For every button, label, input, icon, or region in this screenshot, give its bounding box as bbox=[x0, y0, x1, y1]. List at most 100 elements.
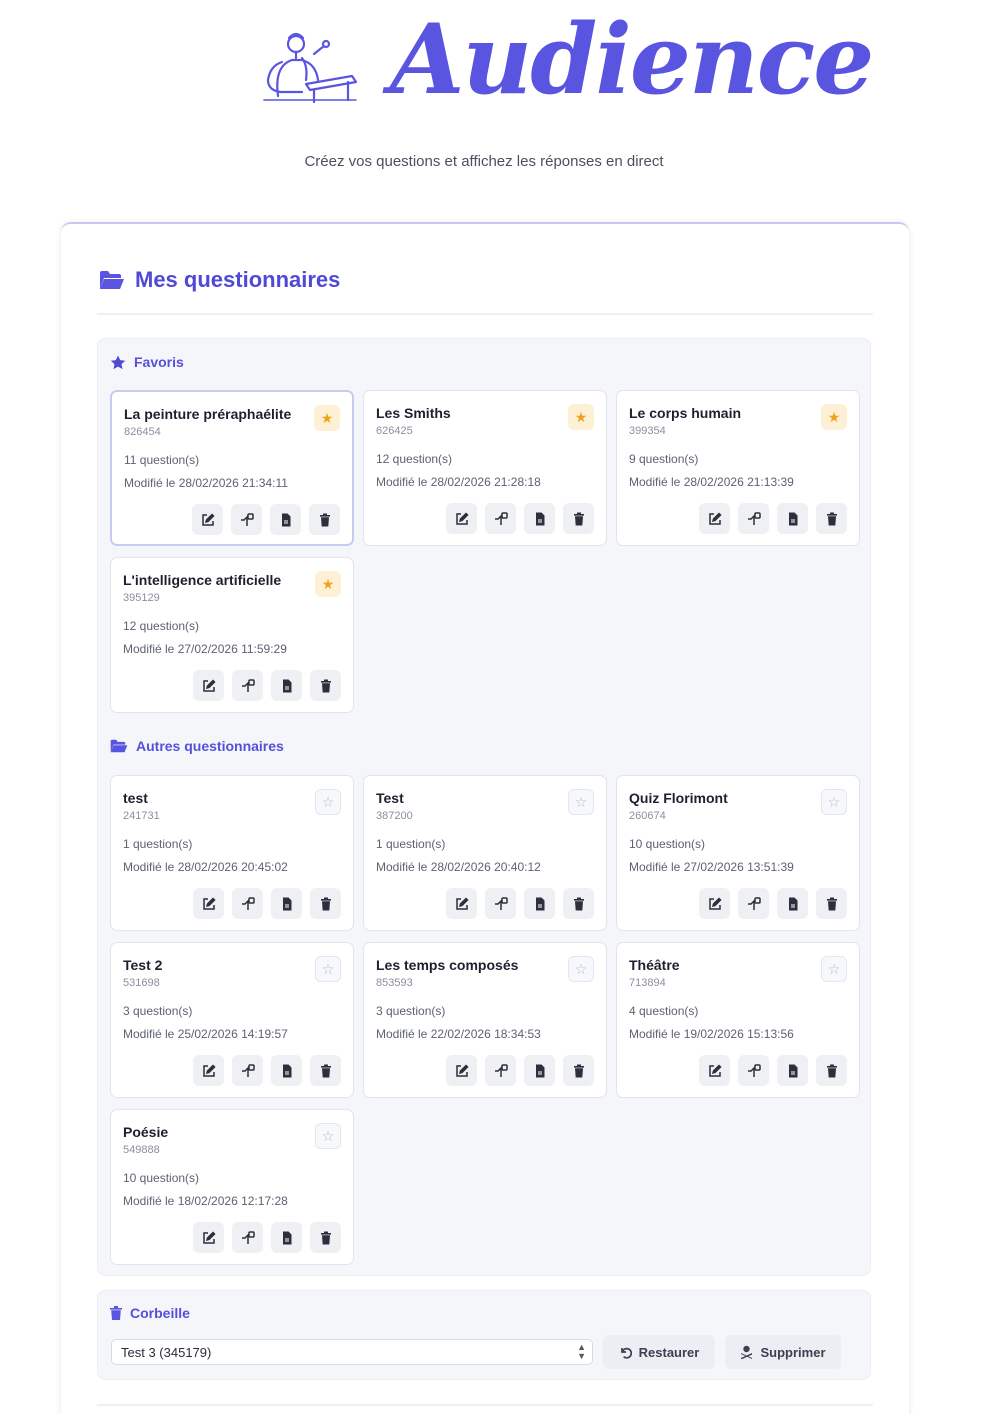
edit-button[interactable] bbox=[699, 1055, 730, 1086]
file-icon bbox=[786, 897, 800, 911]
present-button[interactable] bbox=[232, 1222, 263, 1253]
edit-button[interactable] bbox=[446, 888, 477, 919]
quiz-code: 626425 bbox=[376, 425, 413, 437]
file-button[interactable] bbox=[524, 1055, 555, 1086]
trash-icon bbox=[572, 897, 586, 911]
present-button[interactable] bbox=[738, 503, 769, 534]
edit-button[interactable] bbox=[446, 1055, 477, 1086]
quiz-card[interactable]: Quiz Florimont 260674 10 question(s) Modifi… bbox=[616, 775, 860, 931]
quiz-card[interactable]: Les Smiths 626425 12 question(s) Modifié le… bbox=[363, 390, 607, 546]
delete-icon bbox=[741, 1345, 753, 1359]
quiz-card[interactable]: Test 2 531698 3 question(s) Modifié le 25/0… bbox=[110, 942, 354, 1098]
quiz-card[interactable]: Le corps humain 399354 9 question(s) Modifi… bbox=[616, 390, 860, 546]
trash-button[interactable] bbox=[310, 1222, 341, 1253]
favorite-toggle-button[interactable]: ☆ bbox=[821, 789, 847, 815]
file-button[interactable] bbox=[271, 888, 302, 919]
edit-button[interactable] bbox=[446, 503, 477, 534]
favorite-toggle-button[interactable]: ☆ bbox=[315, 956, 341, 982]
quiz-card[interactable]: Théâtre 713894 4 question(s) Modifié le 19/… bbox=[616, 942, 860, 1098]
favorite-toggle-button[interactable]: ☆ bbox=[315, 789, 341, 815]
trash-button[interactable] bbox=[309, 504, 340, 535]
edit-button[interactable] bbox=[699, 888, 730, 919]
present-button[interactable] bbox=[485, 888, 516, 919]
quiz-title: La peinture préraphaélite bbox=[124, 406, 292, 422]
present-icon bbox=[747, 896, 761, 911]
favorite-toggle-button[interactable]: ★ bbox=[314, 405, 340, 431]
card-actions bbox=[699, 1055, 847, 1086]
question-count: 10 question(s) bbox=[123, 1171, 200, 1185]
star-filled-icon: ★ bbox=[827, 408, 841, 425]
quiz-code: 241731 bbox=[123, 810, 160, 822]
file-button[interactable] bbox=[271, 670, 302, 701]
quiz-card[interactable]: Poésie 549888 10 question(s) Modifié le 18/… bbox=[110, 1109, 354, 1265]
trash-button[interactable] bbox=[563, 888, 594, 919]
modified-date: Modifié le 28/02/2026 21:34:11 bbox=[124, 476, 288, 490]
file-button[interactable] bbox=[270, 504, 301, 535]
present-button[interactable] bbox=[231, 504, 262, 535]
trash-icon bbox=[825, 1064, 839, 1078]
trash-button[interactable] bbox=[816, 503, 847, 534]
present-button[interactable] bbox=[738, 1055, 769, 1086]
app-subtitle: Créez vos questions et affichez les répo… bbox=[304, 153, 664, 170]
card-actions bbox=[446, 1055, 594, 1086]
present-button[interactable] bbox=[738, 888, 769, 919]
edit-button[interactable] bbox=[699, 503, 730, 534]
undo-icon bbox=[620, 1347, 632, 1359]
edit-button[interactable] bbox=[193, 670, 224, 701]
favorite-toggle-button[interactable]: ☆ bbox=[568, 956, 594, 982]
star-outline-icon: ☆ bbox=[827, 793, 841, 810]
edit-button[interactable] bbox=[193, 1222, 224, 1253]
trash-button[interactable] bbox=[310, 888, 341, 919]
trash-button[interactable] bbox=[310, 670, 341, 701]
card-actions bbox=[192, 504, 340, 535]
quiz-title: Test 2 bbox=[123, 957, 163, 973]
favorite-toggle-button[interactable]: ☆ bbox=[315, 1123, 341, 1149]
trash-icon bbox=[319, 1231, 333, 1245]
trash-select[interactable]: Test 3 (345179) ▲ ▼ bbox=[111, 1339, 593, 1365]
file-button[interactable] bbox=[777, 1055, 808, 1086]
trash-icon bbox=[110, 1306, 122, 1320]
file-button[interactable] bbox=[271, 1055, 302, 1086]
quiz-card[interactable]: La peinture préraphaélite 826454 11 questi… bbox=[110, 390, 354, 546]
present-button[interactable] bbox=[485, 1055, 516, 1086]
present-button[interactable] bbox=[232, 1055, 263, 1086]
present-button[interactable] bbox=[232, 670, 263, 701]
star-filled-icon: ★ bbox=[574, 408, 588, 425]
trash-button[interactable] bbox=[816, 888, 847, 919]
quiz-card[interactable]: L'intelligence artificielle 395129 12 ques… bbox=[110, 557, 354, 713]
star-outline-icon: ☆ bbox=[321, 793, 335, 810]
quiz-card[interactable]: Les temps composés 853593 3 question(s) Mod… bbox=[363, 942, 607, 1098]
trash-icon bbox=[572, 1064, 586, 1078]
others-label: Autres questionnaires bbox=[136, 738, 284, 754]
file-button[interactable] bbox=[777, 503, 808, 534]
delete-button[interactable]: Supprimer bbox=[725, 1335, 841, 1369]
quiz-card[interactable]: test 241731 1 question(s) Modifié le 28/02/… bbox=[110, 775, 354, 931]
favorite-toggle-button[interactable]: ☆ bbox=[821, 956, 847, 982]
file-button[interactable] bbox=[777, 888, 808, 919]
present-button[interactable] bbox=[485, 503, 516, 534]
trash-button[interactable] bbox=[310, 1055, 341, 1086]
trash-button[interactable] bbox=[563, 503, 594, 534]
restore-button[interactable]: Restaurer bbox=[603, 1335, 715, 1369]
quiz-card[interactable]: Test 387200 1 question(s) Modifié le 28/02/… bbox=[363, 775, 607, 931]
trash-icon bbox=[318, 513, 332, 527]
trash-icon bbox=[319, 679, 333, 693]
favorite-toggle-button[interactable]: ★ bbox=[568, 404, 594, 430]
favorite-toggle-button[interactable]: ★ bbox=[821, 404, 847, 430]
edit-icon bbox=[202, 1063, 216, 1078]
edit-button[interactable] bbox=[192, 504, 223, 535]
trash-select-value: Test 3 (345179) bbox=[121, 1344, 212, 1360]
file-button[interactable] bbox=[524, 503, 555, 534]
trash-button[interactable] bbox=[563, 1055, 594, 1086]
present-button[interactable] bbox=[232, 888, 263, 919]
favorite-toggle-button[interactable]: ★ bbox=[315, 571, 341, 597]
file-button[interactable] bbox=[524, 888, 555, 919]
file-button[interactable] bbox=[271, 1222, 302, 1253]
edit-button[interactable] bbox=[193, 1055, 224, 1086]
favorite-toggle-button[interactable]: ☆ bbox=[568, 789, 594, 815]
quiz-code: 713894 bbox=[629, 977, 666, 989]
quiz-title: Les Smiths bbox=[376, 405, 451, 421]
edit-button[interactable] bbox=[193, 888, 224, 919]
edit-icon bbox=[202, 678, 216, 693]
trash-button[interactable] bbox=[816, 1055, 847, 1086]
